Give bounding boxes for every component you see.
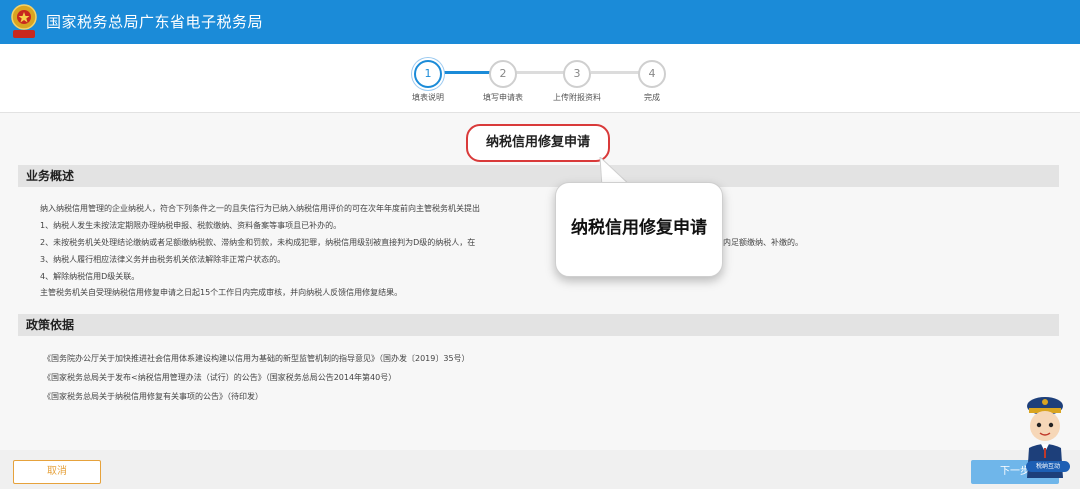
- policy-heading: 政策依据: [18, 314, 1059, 336]
- progress-stepper: 1 填表说明 2 填写申请表 3 上传附报资料 4 完成: [0, 44, 1080, 113]
- step-2: 2 填写申请表: [468, 60, 538, 103]
- cancel-button[interactable]: 取消: [13, 460, 101, 484]
- step-number: 1: [414, 60, 442, 88]
- step-label: 填写申请表: [483, 93, 523, 102]
- footer-bar: [0, 450, 1080, 489]
- policy-link[interactable]: 《国家税务总局关于纳税信用修复有关事项的公告》（待印发）: [43, 391, 263, 402]
- step-label: 填表说明: [412, 93, 444, 102]
- step-label: 上传附报资料: [553, 93, 601, 102]
- step-number: 2: [489, 60, 517, 88]
- form-title: 纳税信用修复申请: [466, 124, 610, 162]
- overview-line: 纳入纳税信用管理的企业纳税人，符合下列条件之一的且失信行为已纳入纳税信用评价的可…: [40, 204, 480, 213]
- tax-emblem-icon: [11, 4, 37, 38]
- app-title: 国家税务总局广东省电子税务局: [46, 13, 264, 31]
- step-1: 1 填表说明: [393, 60, 463, 103]
- overview-line: 主管税务机关自受理纳税信用修复申请之日起15个工作日内完成审核，并向纳税人反馈信…: [40, 288, 403, 297]
- overview-line: 1、纳税人发生未按法定期限办理纳税申报、税款缴纳、资料备案等事项且已补办的。: [40, 221, 342, 230]
- step-3: 3 上传附报资料: [542, 60, 612, 103]
- step-label: 完成: [644, 93, 660, 102]
- step-number: 4: [638, 60, 666, 88]
- overview-line: 3、纳税人履行相应法律义务并由税务机关依法解除非正常户状态的。: [40, 255, 286, 264]
- zoom-callout: 纳税信用修复申请: [555, 182, 723, 277]
- policy-link[interactable]: 《国家税务总局关于发布<纳税信用管理办法（试行）的公告》（国家税务总局公告201…: [43, 372, 396, 383]
- overview-line: 2、未按税务机关处理结论缴纳或者足额缴纳税款、滞纳金和罚款，未构成犯罪，纳税信用…: [40, 238, 476, 247]
- step-4: 4 完成: [617, 60, 687, 103]
- overview-heading: 业务概述: [18, 165, 1059, 187]
- overview-line-tail: 内足额缴纳、补缴的。: [723, 238, 803, 247]
- step-number: 3: [563, 60, 591, 88]
- policy-link[interactable]: 《国务院办公厅关于加快推进社会信用体系建设构建以信用为基础的新型监管机制的指导意…: [43, 353, 470, 364]
- mascot-badge: 税纳互动: [1026, 461, 1070, 472]
- top-bar: 国家税务总局广东省电子税务局: [0, 0, 1080, 44]
- overview-line: 4、解除纳税信用D级关联。: [40, 272, 140, 281]
